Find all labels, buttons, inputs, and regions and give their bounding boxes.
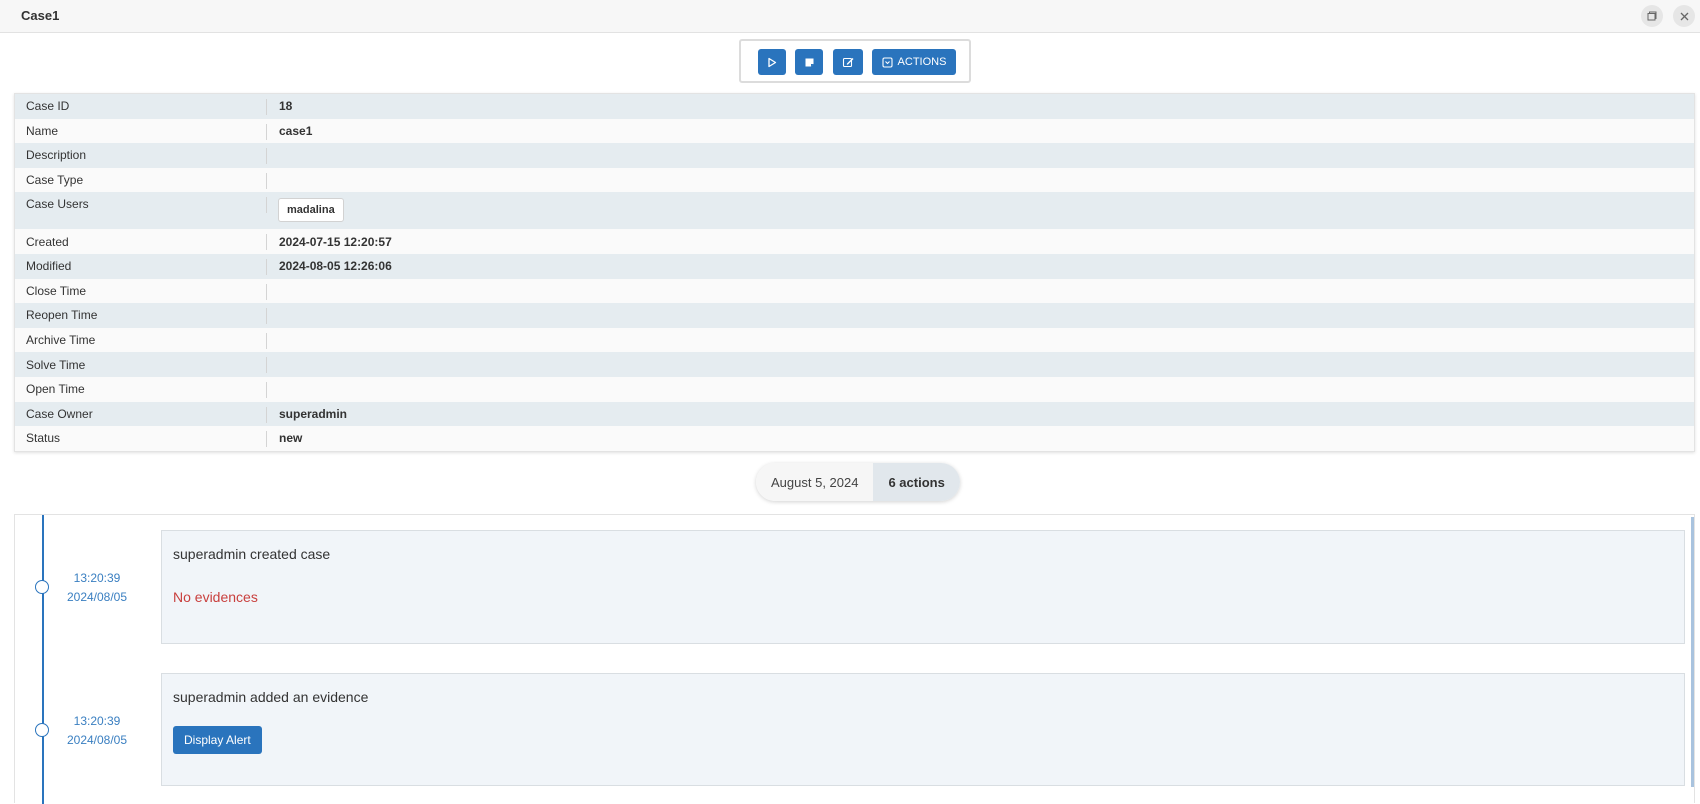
timeline-line	[42, 515, 44, 804]
detail-row-archive-time: Archive Time	[15, 327, 1694, 353]
detail-label: Name	[26, 123, 59, 138]
detail-row-case-owner: Case Owner superadmin	[15, 401, 1694, 427]
case-timeline[interactable]: 13:20:39 2024/08/05 superadmin created c…	[14, 514, 1695, 804]
close-window-button[interactable]	[1673, 5, 1695, 27]
event-time: 13:20:39	[73, 571, 121, 585]
detail-row-name: Name case1	[15, 118, 1694, 144]
detail-value: 18	[279, 99, 293, 114]
detail-row-description: Description	[15, 143, 1694, 168]
detail-label: Case Users	[26, 197, 89, 212]
detail-label: Case ID	[26, 99, 70, 114]
detail-label: Created	[26, 234, 69, 249]
detail-row-case-id: Case ID 18	[15, 94, 1694, 119]
detail-row-case-type: Case Type	[15, 167, 1694, 193]
window-title: Case1	[21, 8, 60, 23]
detail-row-modified: Modified 2024-08-05 12:26:06	[15, 253, 1694, 279]
event-date: 2024/08/05	[66, 590, 128, 604]
play-icon	[768, 57, 777, 67]
detail-value: case1	[279, 123, 313, 138]
detail-row-close-time: Close Time	[15, 278, 1694, 304]
timeline-scrollbar[interactable]	[1691, 517, 1694, 787]
display-alert-button[interactable]: Display Alert	[173, 726, 262, 754]
event-text: superadmin created case	[173, 546, 331, 562]
timeline-date: August 5, 2024	[756, 463, 874, 501]
event-timestamp: 13:20:39 2024/08/05	[55, 569, 139, 607]
detail-label: Case Type	[26, 173, 84, 188]
actions-button[interactable]: ACTIONS	[872, 49, 956, 75]
detail-label: Reopen Time	[26, 308, 98, 323]
restore-icon	[1647, 11, 1657, 21]
detail-label: Open Time	[26, 382, 85, 397]
detail-label: Status	[26, 431, 61, 446]
menu-icon	[881, 56, 893, 68]
timeline-event-card: superadmin created case No evidences	[161, 530, 1685, 644]
detail-row-reopen-time: Reopen Time	[15, 303, 1694, 328]
play-button[interactable]	[758, 49, 786, 75]
detail-label: Description	[26, 148, 87, 163]
event-date: 2024/08/05	[66, 733, 128, 747]
timeline-dot	[35, 580, 49, 594]
close-icon	[1680, 12, 1688, 20]
edit-icon	[842, 57, 854, 68]
detail-row-status: Status new	[15, 426, 1694, 451]
note-icon	[805, 58, 813, 66]
detail-label: Case Owner	[26, 406, 93, 421]
detail-value: 2024-08-05 12:26:06	[279, 259, 392, 274]
detail-value: 2024-07-15 12:20:57	[279, 234, 392, 249]
detail-row-open-time: Open Time	[15, 376, 1694, 402]
event-time: 13:20:39	[73, 714, 121, 728]
no-evidences-text: No evidences	[173, 589, 258, 605]
timeline-event-card: superadmin added an evidence Display Ale…	[161, 673, 1685, 786]
detail-label: Archive Time	[26, 333, 96, 348]
user-chip[interactable]: madalina	[278, 198, 344, 223]
case-details-table: Case ID 18 Name case1 Description Case T…	[14, 93, 1695, 452]
detail-row-created: Created 2024-07-15 12:20:57	[15, 229, 1694, 254]
case-toolbar: ACTIONS	[739, 39, 971, 83]
detail-value: new	[279, 431, 303, 446]
detail-row-case-users: Case Users madalina	[15, 192, 1694, 230]
detail-value: superadmin	[279, 406, 348, 421]
window-titlebar: Case1	[0, 0, 1700, 33]
detail-label: Modified	[26, 259, 72, 274]
actions-label: ACTIONS	[897, 56, 947, 68]
event-text: superadmin added an evidence	[173, 689, 369, 705]
timeline-date-pill: August 5, 2024 6 actions	[756, 463, 960, 501]
detail-label: Close Time	[26, 283, 87, 298]
edit-button[interactable]	[833, 49, 863, 75]
detail-row-solve-time: Solve Time	[15, 352, 1694, 377]
timeline-dot	[35, 723, 49, 737]
actions-count: 6 actions	[873, 463, 960, 501]
event-timestamp: 13:20:39 2024/08/05	[55, 712, 139, 750]
restore-window-button[interactable]	[1641, 5, 1663, 27]
notes-button[interactable]	[795, 49, 823, 75]
detail-label: Solve Time	[26, 357, 86, 372]
